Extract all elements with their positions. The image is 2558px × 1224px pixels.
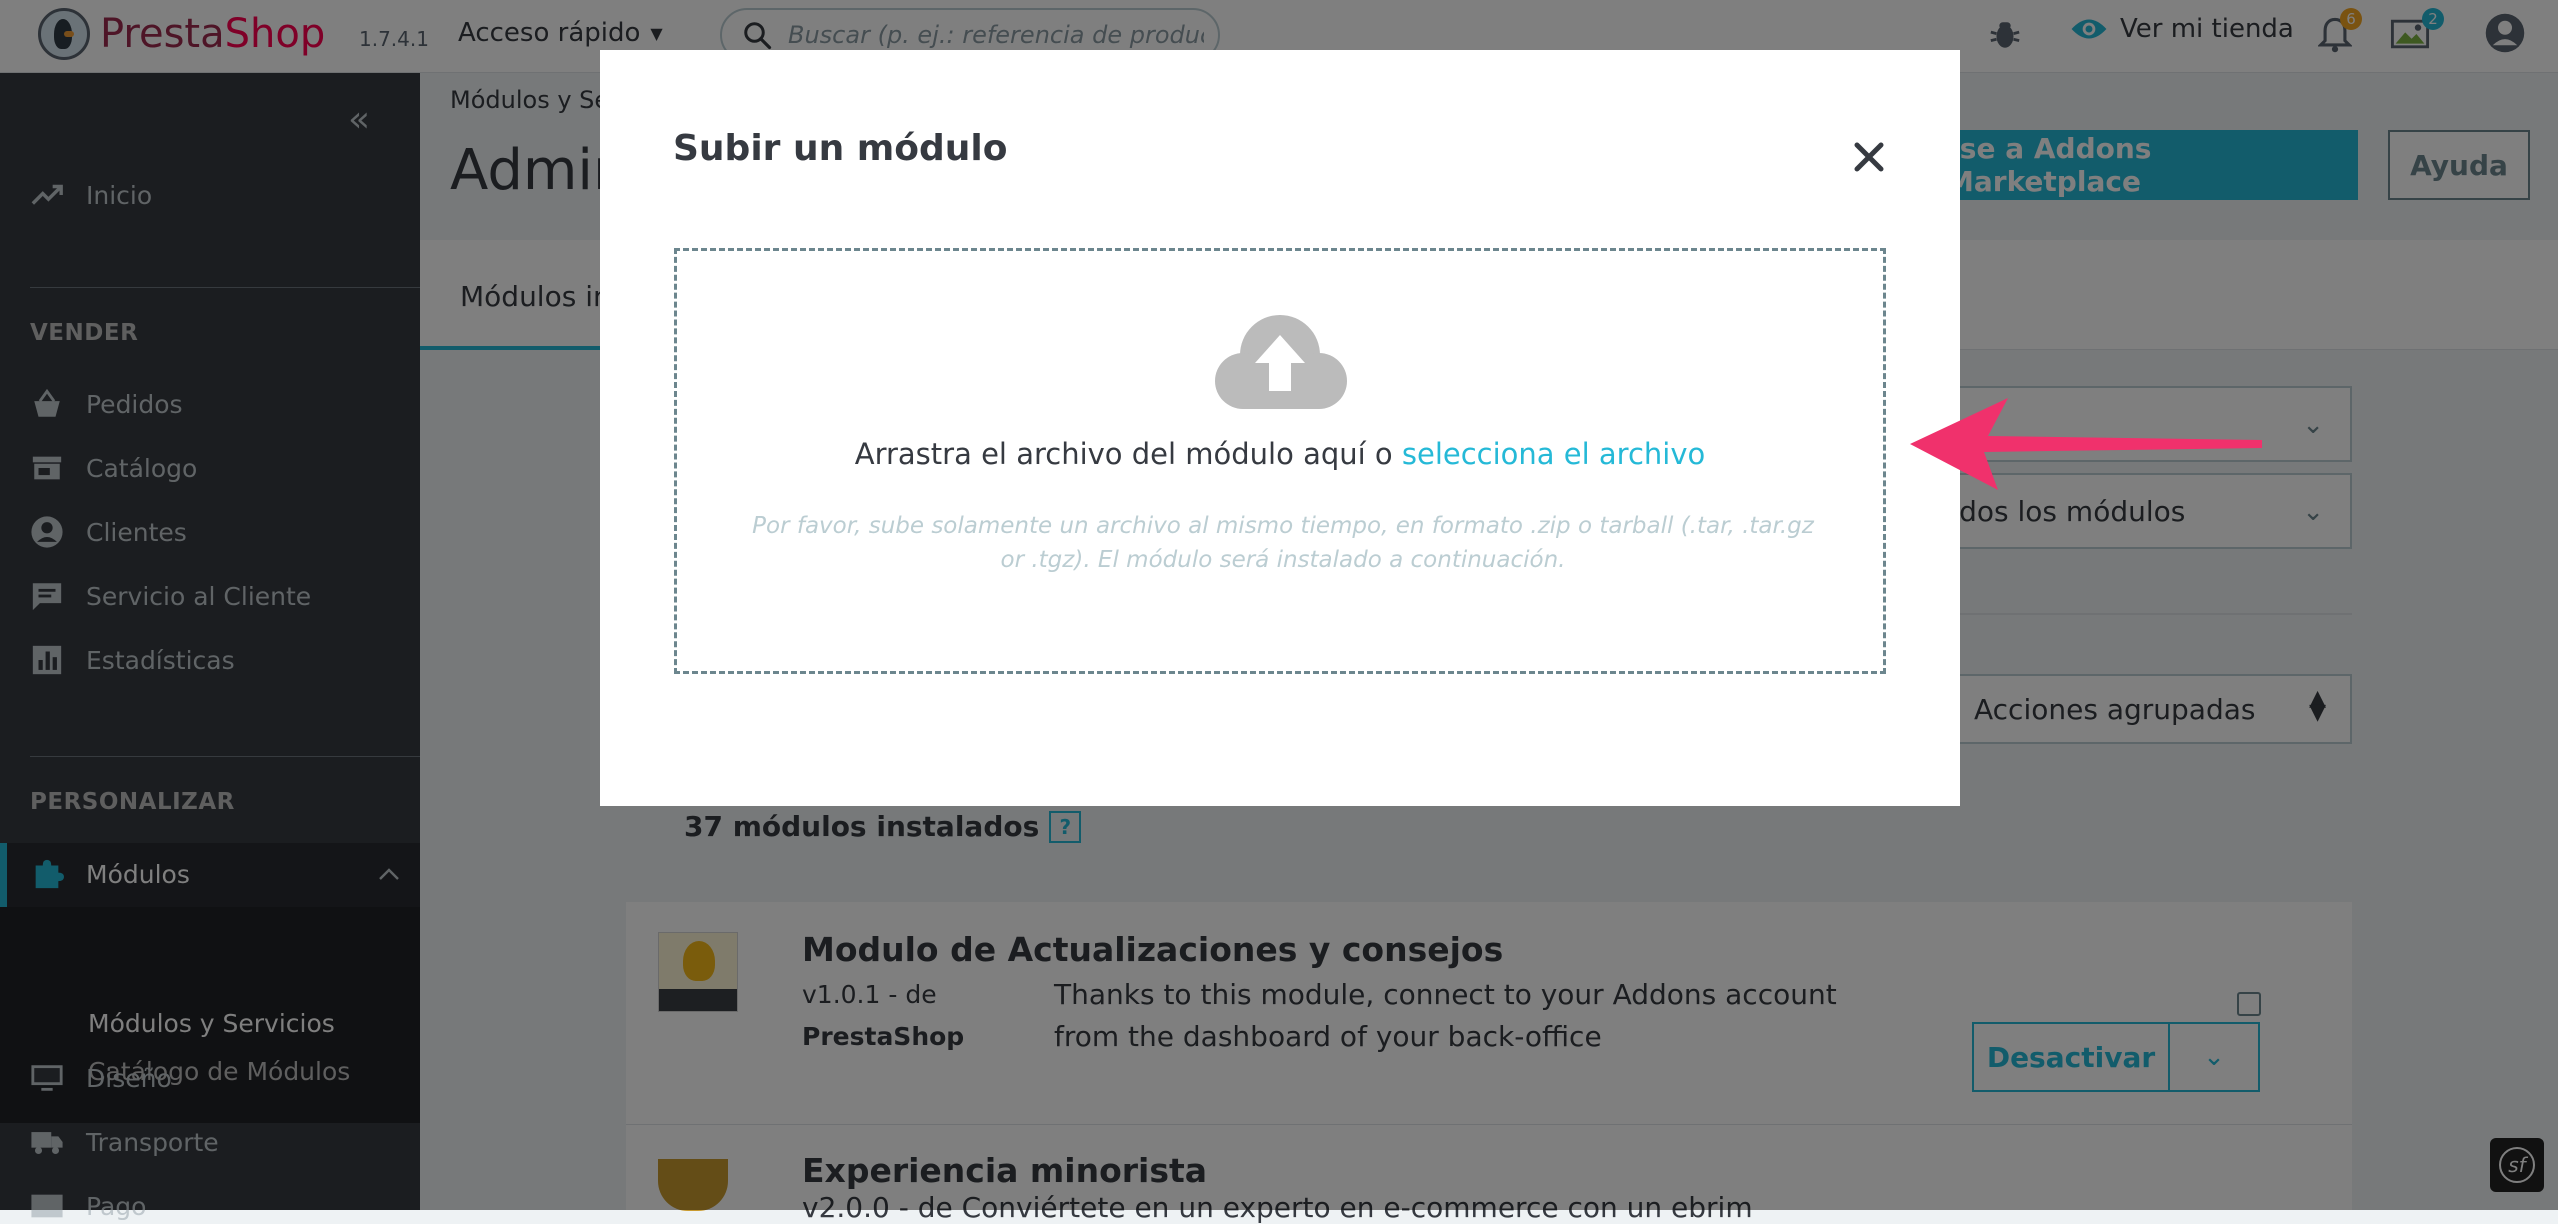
cloud-upload-icon bbox=[1215, 315, 1347, 409]
modal-title: Subir un módulo bbox=[673, 128, 1008, 169]
close-icon[interactable] bbox=[1846, 134, 1892, 180]
upload-module-modal: Subir un módulo Arrastra el archivo del … bbox=[600, 50, 1960, 806]
annotation-arrow-icon bbox=[1910, 398, 2262, 490]
drop-instructions: Arrastra el archivo del módulo aquí o se… bbox=[677, 437, 1883, 471]
drop-text: Arrastra el archivo del módulo aquí o bbox=[854, 437, 1402, 471]
select-file-link[interactable]: selecciona el archivo bbox=[1402, 437, 1705, 471]
upload-hint: Por favor, sube solamente un archivo al … bbox=[752, 513, 1814, 573]
module-dropzone[interactable]: Arrastra el archivo del módulo aquí o se… bbox=[674, 248, 1886, 674]
